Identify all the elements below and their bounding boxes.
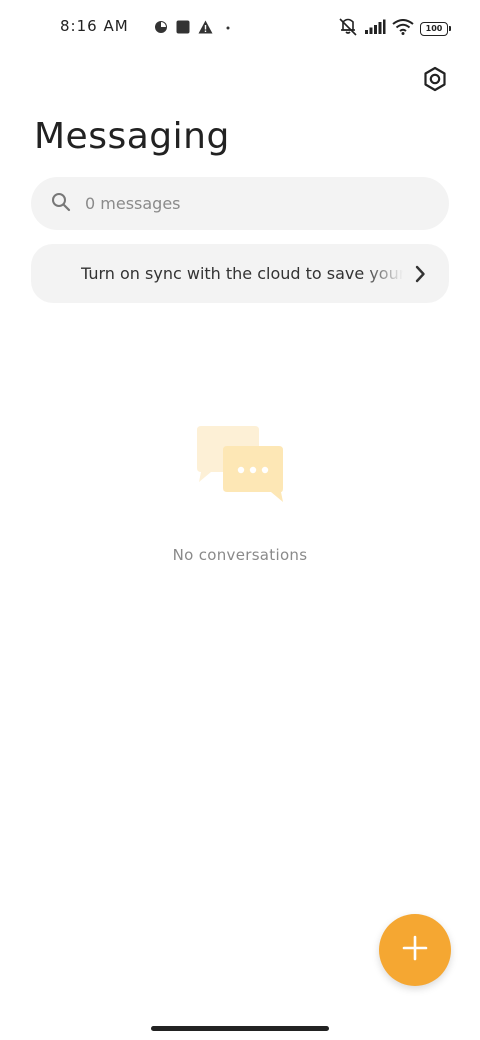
battery-icon: 100 [420,22,451,36]
sync-banner[interactable]: Turn on sync with the cloud to save your… [31,244,449,303]
square-icon [176,19,190,38]
empty-state-text: No conversations [172,546,308,564]
status-time: 8:16 AM [60,17,129,35]
search-bar[interactable] [31,177,449,230]
signal-icon [364,19,386,39]
gesture-nav-handle[interactable] [151,1026,329,1031]
dot-icon [221,19,235,38]
wifi-icon [392,19,414,39]
messaging-screen: 8:16 AM 100 Messaging 0 messages Turn on… [0,0,480,1040]
search-icon [51,192,71,216]
new-message-button[interactable] [379,914,451,986]
chevron-right-icon [413,265,427,283]
notification-icons [154,19,235,38]
vibrate-off-icon [338,18,358,40]
page-title: Messaging [34,116,230,157]
settings-button[interactable] [420,66,450,96]
pie-clock-icon [154,19,168,38]
system-icons: 100 [338,18,451,40]
status-bar: 8:16 AM 100 [0,14,480,42]
search-input[interactable] [83,193,417,214]
warning-icon [198,19,213,38]
battery-level: 100 [425,24,443,33]
settings-icon [422,66,448,96]
sync-banner-text: Turn on sync with the cloud to save your… [81,264,403,283]
empty-conversations-illustration [195,424,287,504]
plus-icon [401,934,429,966]
